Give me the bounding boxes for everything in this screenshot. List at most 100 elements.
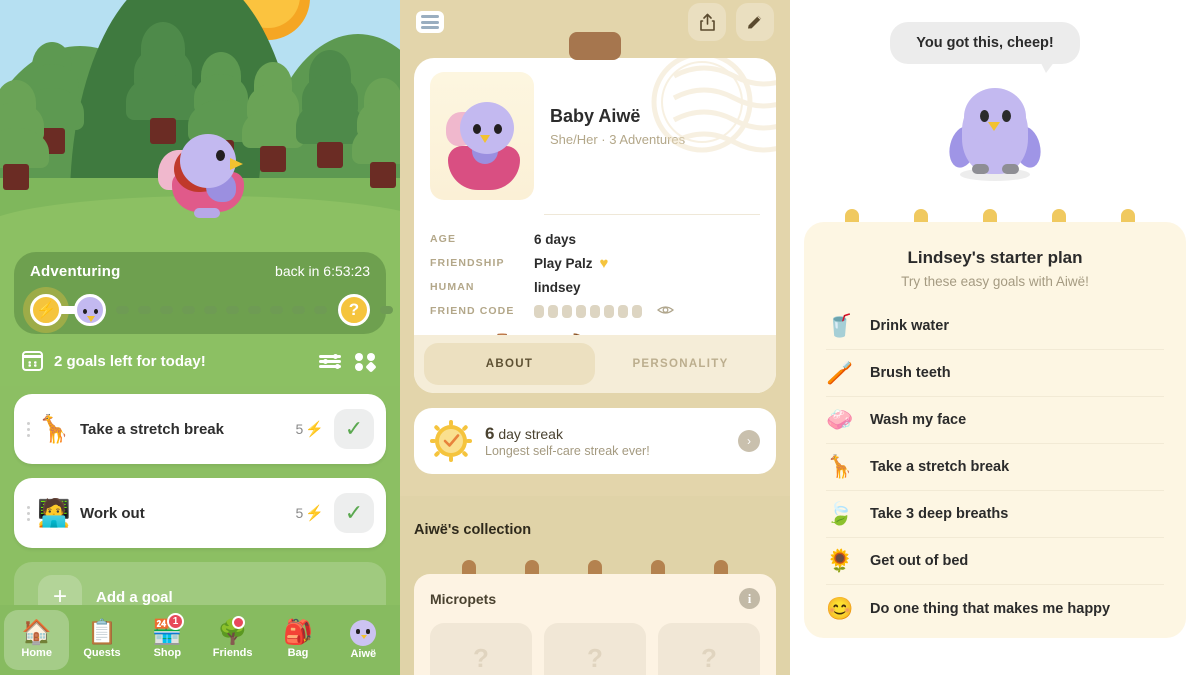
goal-emoji: 🍃 bbox=[826, 501, 854, 526]
pet-profile-card: Baby Aiwë She/Her · 3 Adventures AGE 6 d… bbox=[414, 58, 776, 393]
goal-label: Brush teeth bbox=[870, 365, 951, 381]
info-icon[interactable]: i bbox=[739, 588, 760, 609]
reveal-eye-icon[interactable] bbox=[656, 303, 675, 319]
pet-avatar-icon bbox=[74, 294, 106, 326]
goal-label: Take 3 deep breaths bbox=[870, 506, 1009, 522]
filter-sliders-icon[interactable] bbox=[319, 350, 343, 372]
app-screenshot: Adventuring back in 6:53:23 ⚡ ? 2 goals … bbox=[0, 0, 1200, 675]
goal-emoji: 🦒 bbox=[826, 454, 854, 479]
nav-label: Shop bbox=[153, 647, 182, 659]
stat-row-friendship: FRIENDSHIP Play Palz ♥ bbox=[430, 251, 760, 275]
micropet-slot[interactable]: ? bbox=[430, 623, 532, 675]
nav-item-quests[interactable]: 📋 Quests bbox=[69, 610, 134, 670]
goal-emoji: 🧼 bbox=[826, 407, 854, 432]
home-panel: Adventuring back in 6:53:23 ⚡ ? 2 goals … bbox=[0, 0, 400, 675]
goal-card[interactable]: 🧑‍💻 Work out 5 ⚡ ✓ bbox=[14, 478, 386, 548]
pet-portrait[interactable] bbox=[430, 72, 534, 200]
micropets-card: Micropets i ? ? ? bbox=[414, 574, 776, 675]
chevron-right-icon[interactable]: › bbox=[738, 430, 760, 452]
stat-key: FRIEND CODE bbox=[430, 305, 515, 317]
goals-header: 2 goals left for today! bbox=[22, 350, 378, 373]
mystery-reward-icon[interactable]: ? bbox=[338, 294, 370, 326]
calendar-icon bbox=[22, 351, 43, 371]
goal-emoji: 🪥 bbox=[826, 360, 854, 385]
adventure-title: Adventuring bbox=[30, 263, 121, 280]
stat-key: FRIENDSHIP bbox=[430, 257, 505, 269]
nav-item-shop[interactable]: 🏪 Shop 1 bbox=[135, 610, 200, 670]
add-goal-label: Add a goal bbox=[96, 588, 173, 606]
tab-about[interactable]: ABOUT bbox=[424, 343, 595, 385]
grid-add-icon[interactable] bbox=[354, 350, 378, 373]
goal-xp: 5 ⚡ bbox=[296, 420, 324, 438]
home-icon: 🏠 bbox=[21, 619, 52, 646]
goal-complete-button[interactable]: ✓ bbox=[334, 409, 374, 449]
collection-title: Aiwë's collection bbox=[414, 522, 532, 538]
speech-bubble: You got this, cheep! bbox=[890, 22, 1080, 64]
drag-handle[interactable] bbox=[24, 421, 32, 437]
nav-item-home[interactable]: 🏠 Home bbox=[4, 610, 70, 670]
starter-plan-panel: You got this, cheep! Lindsey's starter p… bbox=[790, 0, 1200, 675]
postcard-tab[interactable] bbox=[569, 32, 621, 60]
tree-icon bbox=[0, 80, 49, 190]
adventure-card[interactable]: Adventuring back in 6:53:23 ⚡ ? bbox=[14, 252, 393, 334]
stat-key: AGE bbox=[430, 233, 457, 245]
plan-title: Lindsey's starter plan bbox=[907, 248, 1083, 267]
profile-tabs: ABOUT PERSONALITY bbox=[414, 335, 776, 393]
micropets-title: Micropets bbox=[430, 590, 497, 607]
nav-label: Home bbox=[21, 647, 52, 659]
nav-label: Quests bbox=[83, 647, 121, 659]
share-icon bbox=[699, 13, 715, 31]
goal-label: Take a stretch break bbox=[870, 459, 1010, 475]
starter-plan-card: Lindsey's starter plan Try these easy go… bbox=[804, 222, 1186, 638]
nav-label: Aiwë bbox=[350, 648, 377, 660]
lightning-bolt-icon: ⚡ bbox=[30, 294, 62, 326]
stat-key: HUMAN bbox=[430, 281, 475, 293]
stat-row-human: HUMAN lindsey bbox=[430, 275, 760, 299]
goal-card[interactable]: 🦒 Take a stretch break 5 ⚡ ✓ bbox=[14, 394, 386, 464]
list-item[interactable]: 🪥 Brush teeth bbox=[826, 350, 1164, 397]
edit-button[interactable] bbox=[736, 3, 774, 41]
goal-label: Take a stretch break bbox=[80, 420, 224, 438]
goal-xp-value: 5 bbox=[295, 505, 304, 521]
list-item[interactable]: 🌻 Get out of bed bbox=[826, 538, 1164, 585]
collection-section: Aiwë's collection Micropets i ? ? ? bbox=[400, 496, 790, 675]
goal-label: Do one thing that makes me happy bbox=[870, 600, 1111, 617]
bottom-navigation: 🏠 Home 📋 Quests 🏪 Shop 1 🌳 Friends 🎒 Bag bbox=[0, 605, 400, 675]
plan-subtitle: Try these easy goals with Aiwë! bbox=[901, 274, 1089, 289]
micropet-slot[interactable]: ? bbox=[544, 623, 646, 675]
drag-handle[interactable] bbox=[24, 505, 32, 521]
stat-value: 6 days bbox=[534, 231, 577, 247]
share-button[interactable] bbox=[688, 3, 726, 41]
micropet-slot[interactable]: ? bbox=[658, 623, 760, 675]
stat-row-age: AGE 6 days bbox=[430, 227, 760, 251]
goal-emoji: 🌻 bbox=[826, 548, 854, 573]
adventure-timer: back in 6:53:23 bbox=[275, 263, 370, 279]
list-item[interactable]: 🍃 Take 3 deep breaths bbox=[826, 491, 1164, 538]
goal-label: Wash my face bbox=[870, 412, 967, 428]
list-item[interactable]: 🥤 Drink water bbox=[826, 303, 1164, 350]
nav-item-friends[interactable]: 🌳 Friends bbox=[200, 610, 265, 670]
streak-card[interactable]: 6 day streak Longest self-care streak ev… bbox=[414, 408, 776, 474]
nav-label: Bag bbox=[287, 647, 309, 659]
streak-subtitle: Longest self-care streak ever! bbox=[485, 444, 650, 458]
pet-character-scene[interactable] bbox=[150, 128, 260, 228]
goal-label: Drink water bbox=[870, 318, 949, 334]
plan-goal-list: 🥤 Drink water 🪥 Brush teeth 🧼 Wash my fa… bbox=[826, 303, 1164, 632]
list-item[interactable]: 😊 Do one thing that makes me happy bbox=[826, 585, 1164, 632]
bolt-icon: ⚡ bbox=[305, 505, 324, 522]
hamburger-menu-icon[interactable] bbox=[416, 11, 444, 33]
goal-complete-button[interactable]: ✓ bbox=[334, 493, 374, 533]
list-item[interactable]: 🦒 Take a stretch break bbox=[826, 444, 1164, 491]
goals-remaining-title: 2 goals left for today! bbox=[54, 352, 206, 370]
sun-check-badge-icon bbox=[430, 420, 472, 462]
pencil-edit-icon bbox=[748, 15, 762, 29]
profile-panel: Baby Aiwë She/Her · 3 Adventures AGE 6 d… bbox=[400, 0, 790, 675]
pet-subtitle: She/Her · 3 Adventures bbox=[550, 132, 686, 147]
pet-character[interactable] bbox=[942, 88, 1048, 188]
nav-item-aiwe[interactable]: Aiwë bbox=[331, 610, 396, 670]
adventure-progress-track: ⚡ ? bbox=[23, 287, 393, 333]
nav-item-bag[interactable]: 🎒 Bag bbox=[265, 610, 330, 670]
tab-personality[interactable]: PERSONALITY bbox=[595, 343, 766, 385]
goal-label: Work out bbox=[80, 504, 145, 522]
list-item[interactable]: 🧼 Wash my face bbox=[826, 397, 1164, 444]
